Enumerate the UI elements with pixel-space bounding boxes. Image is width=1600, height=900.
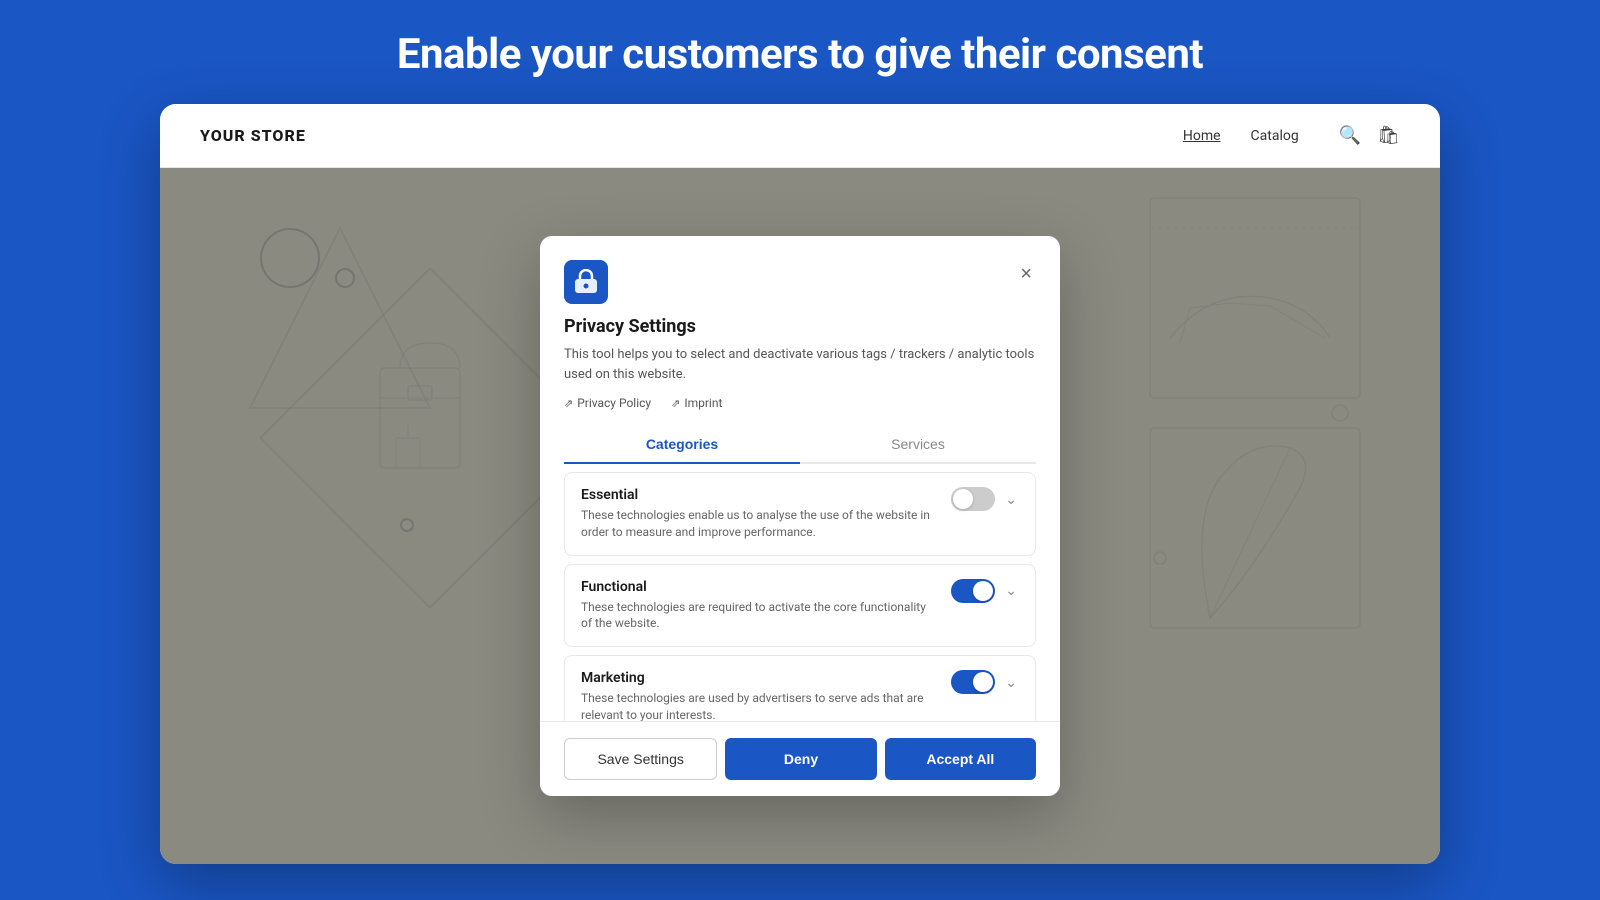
link-icon-privacy: ⇗ xyxy=(564,397,573,410)
marketing-desc: These technologies are used by advertise… xyxy=(581,690,939,721)
privacy-modal: × Privacy Settings This tool helps you t… xyxy=(540,236,1060,796)
marketing-name: Marketing xyxy=(581,670,939,686)
link-icon-imprint: ⇗ xyxy=(671,397,680,410)
imprint-link[interactable]: ⇗ Imprint xyxy=(671,396,722,410)
modal-footer: Save Settings Deny Accept All xyxy=(540,721,1060,796)
functional-name: Functional xyxy=(581,579,939,595)
modal-backdrop: × Privacy Settings This tool helps you t… xyxy=(160,168,1440,864)
nav-link-home[interactable]: Home xyxy=(1183,128,1221,144)
categories-list: Essential These technologies enable us t… xyxy=(564,464,1036,721)
deny-button[interactable]: Deny xyxy=(725,738,876,780)
modal-tabs: Categories Services xyxy=(564,426,1036,464)
browser-frame: YOUR STORE Home Catalog 🔍 🛍 xyxy=(160,104,1440,864)
functional-toggle[interactable] xyxy=(951,579,995,603)
essential-desc: These technologies enable us to analyse … xyxy=(581,507,939,541)
functional-controls: ⌄ xyxy=(951,579,1019,603)
category-functional-info: Functional These technologies are requir… xyxy=(581,579,939,633)
category-essential: Essential These technologies enable us t… xyxy=(564,472,1036,556)
page-header: Enable your customers to give their cons… xyxy=(0,0,1600,104)
modal-logo-icon xyxy=(564,260,608,304)
modal-links: ⇗ Privacy Policy ⇗ Imprint xyxy=(564,396,1036,410)
nav-links: Home Catalog xyxy=(1183,128,1299,144)
store-nav: YOUR STORE Home Catalog 🔍 🛍 xyxy=(160,104,1440,168)
accept-all-button[interactable]: Accept All xyxy=(885,738,1036,780)
marketing-expand-button[interactable]: ⌄ xyxy=(1003,672,1019,693)
save-settings-button[interactable]: Save Settings xyxy=(564,738,717,780)
privacy-policy-link[interactable]: ⇗ Privacy Policy xyxy=(564,396,651,410)
close-button[interactable]: × xyxy=(1016,260,1036,288)
page-title: Enable your customers to give their cons… xyxy=(0,30,1600,79)
marketing-toggle-knob xyxy=(973,672,993,692)
store-content: In... ay Use ov... . Select xyxy=(160,168,1440,864)
brand-icon xyxy=(573,269,599,295)
modal-title: Privacy Settings xyxy=(564,316,1036,337)
functional-expand-button[interactable]: ⌄ xyxy=(1003,580,1019,601)
modal-description: This tool helps you to select and deacti… xyxy=(564,345,1036,384)
category-essential-info: Essential These technologies enable us t… xyxy=(581,487,939,541)
category-marketing-info: Marketing These technologies are used by… xyxy=(581,670,939,721)
marketing-toggle[interactable] xyxy=(951,670,995,694)
tab-categories[interactable]: Categories xyxy=(564,426,800,464)
essential-controls: ⌄ xyxy=(951,487,1019,511)
essential-toggle[interactable] xyxy=(951,487,995,511)
functional-toggle-knob xyxy=(973,581,993,601)
category-marketing: Marketing These technologies are used by… xyxy=(564,655,1036,721)
nav-link-catalog[interactable]: Catalog xyxy=(1251,128,1299,144)
essential-expand-button[interactable]: ⌄ xyxy=(1003,489,1019,510)
essential-toggle-knob xyxy=(953,489,973,509)
category-functional: Functional These technologies are requir… xyxy=(564,564,1036,648)
search-icon[interactable]: 🔍 xyxy=(1339,125,1361,146)
nav-icons: 🔍 🛍 xyxy=(1339,125,1400,146)
modal-body: Privacy Settings This tool helps you to … xyxy=(540,304,1060,721)
store-logo: YOUR STORE xyxy=(200,126,306,145)
tab-services[interactable]: Services xyxy=(800,426,1036,464)
cart-icon[interactable]: 🛍 xyxy=(1377,125,1400,146)
essential-name: Essential xyxy=(581,487,939,503)
functional-desc: These technologies are required to activ… xyxy=(581,599,939,633)
modal-header: × xyxy=(540,236,1060,304)
marketing-controls: ⌄ xyxy=(951,670,1019,694)
